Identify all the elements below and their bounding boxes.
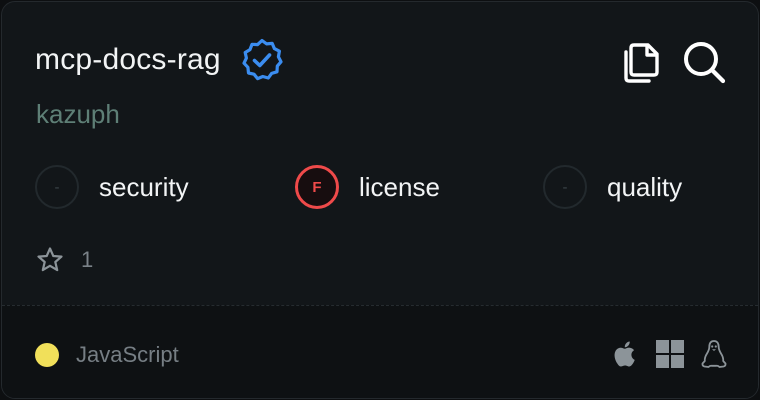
security-label: security xyxy=(99,171,189,202)
language-color-dot xyxy=(35,343,59,367)
copy-icon[interactable] xyxy=(617,38,663,84)
language-label: JavaScript xyxy=(76,342,179,367)
quality-badge[interactable]: - quality xyxy=(543,165,682,209)
windows-icon xyxy=(655,339,685,369)
license-badge[interactable]: F license xyxy=(295,165,440,209)
author-name[interactable]: kazuph xyxy=(36,99,120,130)
license-grade: F xyxy=(295,165,339,209)
stars: 1 xyxy=(36,246,93,274)
verified-badge-icon xyxy=(239,37,285,83)
quality-label: quality xyxy=(607,171,683,202)
security-grade: - xyxy=(35,165,79,209)
repo-name[interactable]: mcp-docs-rag xyxy=(35,43,221,77)
linux-icon xyxy=(699,339,729,369)
card-footer: JavaScript xyxy=(2,305,758,398)
title-row: mcp-docs-rag xyxy=(35,38,285,82)
apple-icon xyxy=(611,339,641,369)
search-icon[interactable] xyxy=(682,40,726,84)
quality-grade: - xyxy=(543,165,587,209)
star-count: 1 xyxy=(81,247,94,272)
security-badge[interactable]: - security xyxy=(35,165,189,209)
star-icon xyxy=(36,246,64,274)
license-label: license xyxy=(359,171,440,202)
server-card[interactable]: mcp-docs-rag kazuph - security F license… xyxy=(1,1,759,399)
